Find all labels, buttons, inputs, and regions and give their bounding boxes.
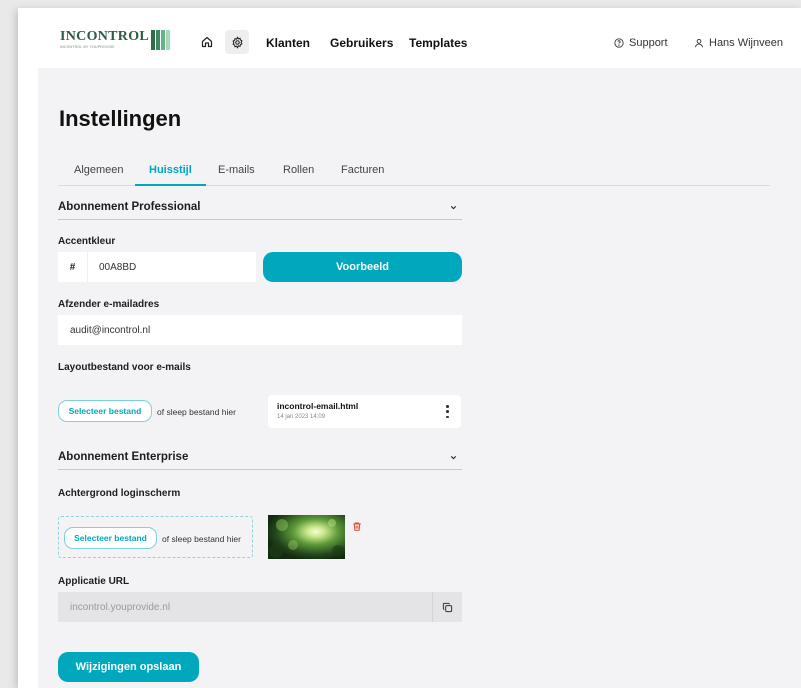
page-title: Instellingen	[59, 106, 182, 131]
accent-color-label: Accentkleur	[58, 236, 116, 247]
preview-button[interactable]: Voorbeeld	[263, 252, 462, 282]
logo-subtitle: INCONTROL BY YOUPROVIDE	[60, 45, 115, 49]
chevron-down-icon	[450, 455, 457, 460]
home-button[interactable]	[195, 30, 219, 54]
delete-background-button[interactable]	[352, 519, 362, 537]
logo-bars	[151, 30, 171, 50]
user-icon	[695, 39, 703, 48]
hash-prefix: #	[58, 252, 88, 282]
top-navigation: INCONTROL INCONTROL BY YOUPROVIDE Klante…	[18, 8, 801, 68]
layout-file-name: incontrol-email.html	[277, 401, 359, 411]
settings-button[interactable]	[225, 30, 249, 54]
app-url-field	[58, 592, 462, 622]
trash-icon	[353, 522, 361, 531]
sender-email-input[interactable]	[58, 315, 462, 345]
layout-file-card: incontrol-email.html 14 jan 2023 14:09	[268, 395, 461, 428]
select-layout-file-button[interactable]: Selecteer bestand	[58, 400, 152, 422]
email-layout-label: Layoutbestand voor e-mails	[58, 362, 191, 373]
layout-file-date: 14 jan 2023 14:09	[277, 414, 326, 420]
tab-algemeen[interactable]: Algemeen	[74, 164, 124, 186]
user-name: Hans Wijnveen	[709, 37, 783, 49]
accent-color-input[interactable]	[88, 252, 256, 282]
section-professional-title: Abonnement Professional	[58, 201, 201, 213]
save-changes-button[interactable]: Wijzigingen opslaan	[58, 652, 199, 682]
tab-e-mails[interactable]: E-mails	[218, 164, 255, 186]
support-link[interactable]: Support	[614, 37, 668, 49]
section-enterprise-header[interactable]: Abonnement Enterprise	[58, 450, 462, 470]
incontrol-logo[interactable]: INCONTROL INCONTROL BY YOUPROVIDE	[60, 29, 171, 52]
copy-icon	[442, 602, 453, 612]
background-drop-hint: of sleep bestand hier	[162, 534, 241, 544]
chevron-down-icon	[450, 205, 457, 210]
tab-rollen[interactable]: Rollen	[283, 164, 314, 186]
login-background-thumbnail	[268, 515, 345, 559]
app-url-input[interactable]	[58, 592, 430, 622]
logo-text: INCONTROL	[60, 29, 150, 44]
layout-drop-hint: of sleep bestand hier	[157, 407, 236, 417]
app-window: INCONTROL INCONTROL BY YOUPROVIDE Klante…	[18, 8, 801, 688]
support-label: Support	[629, 37, 668, 49]
main-content: Instellingen Algemeen Huisstijl E-mails …	[38, 68, 801, 688]
section-enterprise-title: Abonnement Enterprise	[58, 451, 189, 463]
user-menu[interactable]: Hans Wijnveen	[694, 37, 783, 49]
settings-tabs: Algemeen Huisstijl E-mails Rollen Factur…	[58, 164, 770, 186]
forest-image	[268, 515, 345, 559]
login-background-label: Achtergrond loginscherm	[58, 488, 181, 499]
nav-link-templates[interactable]: Templates	[409, 36, 467, 50]
sender-email-label: Afzender e-mailadres	[58, 299, 160, 310]
home-icon	[201, 36, 213, 48]
select-background-file-button[interactable]: Selecteer bestand	[64, 527, 157, 549]
tab-huisstijl[interactable]: Huisstijl	[135, 164, 206, 186]
help-circle-icon	[614, 38, 624, 48]
section-professional-header[interactable]: Abonnement Professional	[58, 200, 462, 220]
more-vertical-icon[interactable]	[446, 405, 449, 418]
app-url-label: Applicatie URL	[58, 576, 130, 587]
gear-icon	[231, 35, 243, 49]
tab-facturen[interactable]: Facturen	[341, 164, 384, 186]
nav-link-klanten[interactable]: Klanten	[266, 36, 310, 50]
copy-url-button[interactable]	[432, 592, 462, 622]
nav-link-gebruikers[interactable]: Gebruikers	[330, 36, 393, 50]
